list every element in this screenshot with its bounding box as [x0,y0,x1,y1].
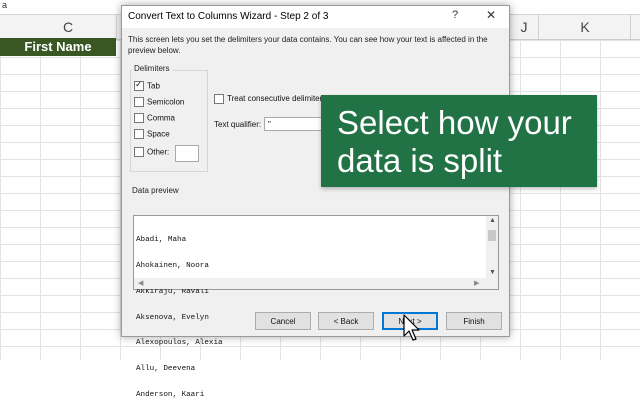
dialog-titlebar: Convert Text to Columns Wizard - Step 2 … [122,6,509,28]
dialog-intro: This screen lets you set the delimiters … [128,35,488,55]
checkbox-icon[interactable] [134,129,144,139]
dialog-title: Convert Text to Columns Wizard - Step 2 … [128,11,329,22]
formula-bar-text: a [2,0,8,10]
space-checkbox-label: Space [147,129,170,139]
semicolon-checkbox[interactable]: Semicolon [134,97,184,109]
column-header-j[interactable]: J [510,15,539,39]
preview-line: Aksenova, Evelyn [136,313,209,322]
preview-vertical-scrollbar[interactable]: ▲ ▼ [486,216,498,278]
checkbox-icon[interactable] [134,147,144,157]
other-delimiter-input[interactable] [175,145,199,162]
back-button[interactable]: < Back [318,312,374,330]
checkbox-checked-icon[interactable]: ✓ [134,79,144,91]
help-icon[interactable]: ? [452,9,458,21]
callout-text: Select how your data is split [337,104,572,179]
finish-button[interactable]: Finish [446,312,502,330]
scroll-up-icon[interactable]: ▲ [489,217,496,224]
consecutive-delimiters-label: Treat consecutive delimiters a [227,94,333,104]
header-cell-first-name[interactable]: First Name [0,38,116,56]
scroll-left-icon[interactable]: ◀ [138,279,143,287]
checkbox-icon[interactable] [214,94,224,104]
delimiters-label: Delimiters [132,64,172,73]
tab-checkbox[interactable]: ✓ Tab [134,79,160,93]
preview-line: Allu, Deevena [136,365,196,374]
data-preview-box[interactable]: Abadi, Maha Ahokainen, Noora Akkiraju, R… [133,215,499,399]
checkbox-icon[interactable] [134,113,144,123]
preview-line: Alexopoulos, Alexia [136,339,223,348]
scroll-thumb[interactable] [488,230,496,241]
scroll-right-icon[interactable]: ▶ [474,279,479,287]
text-qualifier-label: Text qualifier: [214,120,262,129]
close-icon[interactable]: ✕ [486,8,496,22]
instruction-callout: Select how your data is split [321,95,597,187]
checkbox-icon[interactable] [134,97,144,107]
preview-line: Akkiraju, Ravali [136,287,209,296]
data-preview-label: Data preview [132,186,179,195]
space-checkbox[interactable]: Space [134,129,170,141]
other-checkbox-label: Other: [147,147,170,157]
mouse-pointer-icon [403,314,420,341]
column-header-c[interactable]: C [20,15,117,39]
preview-line: Ahokainen, Noora [136,261,209,270]
other-checkbox[interactable]: Other: [134,147,169,159]
preview-line: Abadi, Maha [136,236,187,245]
text-qualifier-select[interactable]: " [264,117,322,131]
cancel-button[interactable]: Cancel [255,312,311,330]
tab-checkbox-label: Tab [147,81,160,91]
data-preview-lines: Abadi, Maha Ahokainen, Noora Akkiraju, R… [136,219,223,417]
preview-line: Anderson, Kaari [136,390,205,399]
column-header-k[interactable]: K [540,15,631,39]
consecutive-delimiters-checkbox[interactable]: Treat consecutive delimiters a [214,94,333,104]
comma-checkbox-label: Comma [147,113,176,123]
preview-horizontal-scrollbar[interactable]: ◀ ▶ [134,278,498,289]
semicolon-checkbox-label: Semicolon [147,97,185,107]
comma-checkbox[interactable]: Comma [134,113,175,125]
scroll-down-icon[interactable]: ▼ [489,269,496,276]
